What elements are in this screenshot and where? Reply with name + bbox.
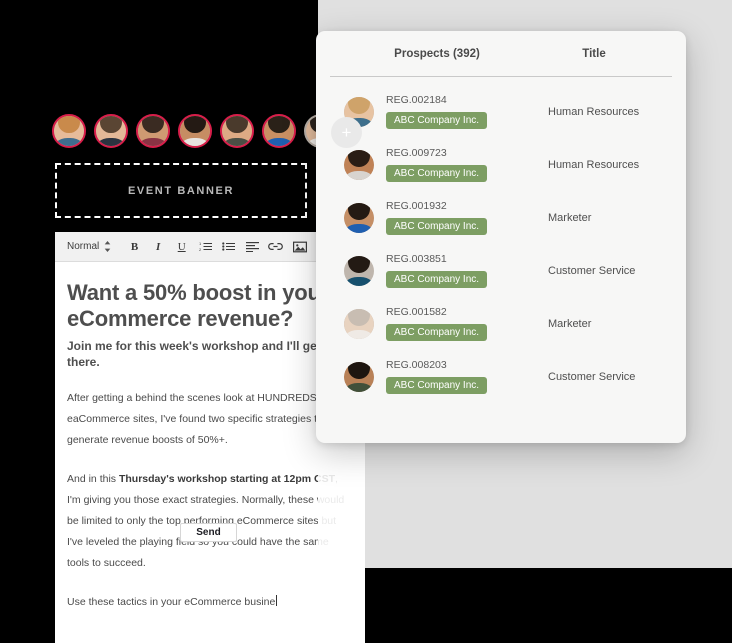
image-icon[interactable] [289,236,310,257]
prospect-company-badge: ABC Company Inc. [386,112,488,129]
avatar-4[interactable] [178,114,212,148]
prospect-company-badge: ABC Company Inc. [386,377,488,394]
email-headline: Want a 50% boost in your eCommerce reven… [67,280,330,331]
prospect-title: Human Resources [548,158,640,171]
align-left-icon[interactable] [242,236,263,257]
prospect-row[interactable]: REG.002184 ABC Company Inc. Human Resource… [316,85,686,138]
prospect-info: REG.003851 ABC Company Inc. [386,253,536,288]
italic-icon[interactable]: I [148,236,169,257]
prospect-company-badge: ABC Company Inc. [386,218,488,235]
svg-text:2: 2 [199,247,202,252]
avatar-5[interactable] [220,114,254,148]
prospect-avatar [344,149,374,180]
paragraph-style-label: Normal [67,241,100,252]
paragraph-style-dropdown[interactable]: Normal [63,241,115,252]
column-header-title: Title [582,47,606,60]
send-button[interactable]: Send [180,523,237,542]
prospect-info: REG.001932 ABC Company Inc. [386,200,536,235]
email-subheadline: Join me for this week's workshop and I'l… [67,339,346,369]
prospect-info: REG.002184 ABC Company Inc. [386,94,536,129]
prospect-reference: REG.003851 [386,253,447,265]
prospect-company-badge: ABC Company Inc. [386,165,488,182]
ordered-list-icon[interactable]: 1 2 [195,236,216,257]
plus-icon: + [341,123,352,142]
column-header-prospects: Prospects (392) [394,47,480,60]
text-caret [276,595,278,606]
add-prospect-button[interactable]: + [331,117,362,148]
prospect-title: Marketer [548,317,592,330]
prospect-info: REG.001582 ABC Company Inc. [386,306,536,341]
avatar-1[interactable] [52,114,86,148]
chevron-updown-icon [104,241,111,252]
email-paragraph-2-part-a: And in this [67,473,119,485]
prospect-reference: REG.002184 [386,94,447,106]
prospect-title: Customer Service [548,370,636,383]
prospect-company-badge: ABC Company Inc. [386,271,488,288]
prospects-table-header: Prospects (392) Title [330,31,672,77]
email-paragraph-2-part-b: , I'm giving you those exact strategies.… [67,473,345,569]
email-paragraph-3-text: Use these tactics in your eCommerce busi… [67,596,276,608]
email-paragraph-1: After getting a behind the scenes look a… [67,392,332,446]
prospect-company-badge: ABC Company Inc. [386,324,488,341]
prospect-row[interactable]: REG.001582 ABC Company Inc. Marketer [316,297,686,350]
event-banner-label: EVENT BANNER [128,184,234,197]
prospect-row[interactable]: REG.001932 ABC Company Inc. Marketer [316,191,686,244]
prospect-info: REG.009723 ABC Company Inc. [386,147,536,182]
link-icon[interactable] [266,236,287,257]
event-banner-dropzone[interactable]: EVENT BANNER [55,163,307,218]
avatar-2[interactable] [94,114,128,148]
email-paragraph-2: And in this Thursday's workshop starting… [67,469,351,574]
prospect-avatar [344,202,374,233]
bullet-list-icon[interactable] [219,236,240,257]
prospect-reference: REG.001932 [386,200,447,212]
prospect-title: Human Resources [548,105,640,118]
prospect-row[interactable]: REG.008203 ABC Company Inc. Customer Servi… [316,350,686,403]
prospect-reference: REG.008203 [386,359,447,371]
email-paragraph-3: Use these tactics in your eCommerce busi… [67,592,351,613]
prospects-list: REG.002184 ABC Company Inc. Human Resource… [316,77,686,403]
attendee-avatar-row [52,114,338,148]
prospect-avatar [344,308,374,339]
send-button-label: Send [196,527,221,538]
prospects-panel: Prospects (392) Title REG.002184 ABC Comp… [316,31,686,443]
avatar-3[interactable] [136,114,170,148]
prospect-reference: REG.001582 [386,306,447,318]
prospect-info: REG.008203 ABC Company Inc. [386,359,536,394]
prospect-row[interactable]: REG.009723 ABC Company Inc. Human Resource… [316,138,686,191]
bold-icon[interactable]: B [124,236,145,257]
avatar-6[interactable] [262,114,296,148]
svg-text:1: 1 [199,241,202,246]
prospect-title: Customer Service [548,264,636,277]
email-paragraph-2-emphasis: Thursday's workshop starting at 12pm CST [118,473,335,485]
prospect-avatar [344,255,374,286]
underline-icon[interactable]: U [171,236,192,257]
prospect-row[interactable]: REG.003851 ABC Company Inc. Customer Servi… [316,244,686,297]
prospect-title: Marketer [548,211,592,224]
prospect-avatar [344,361,374,392]
prospect-reference: REG.009723 [386,147,447,159]
